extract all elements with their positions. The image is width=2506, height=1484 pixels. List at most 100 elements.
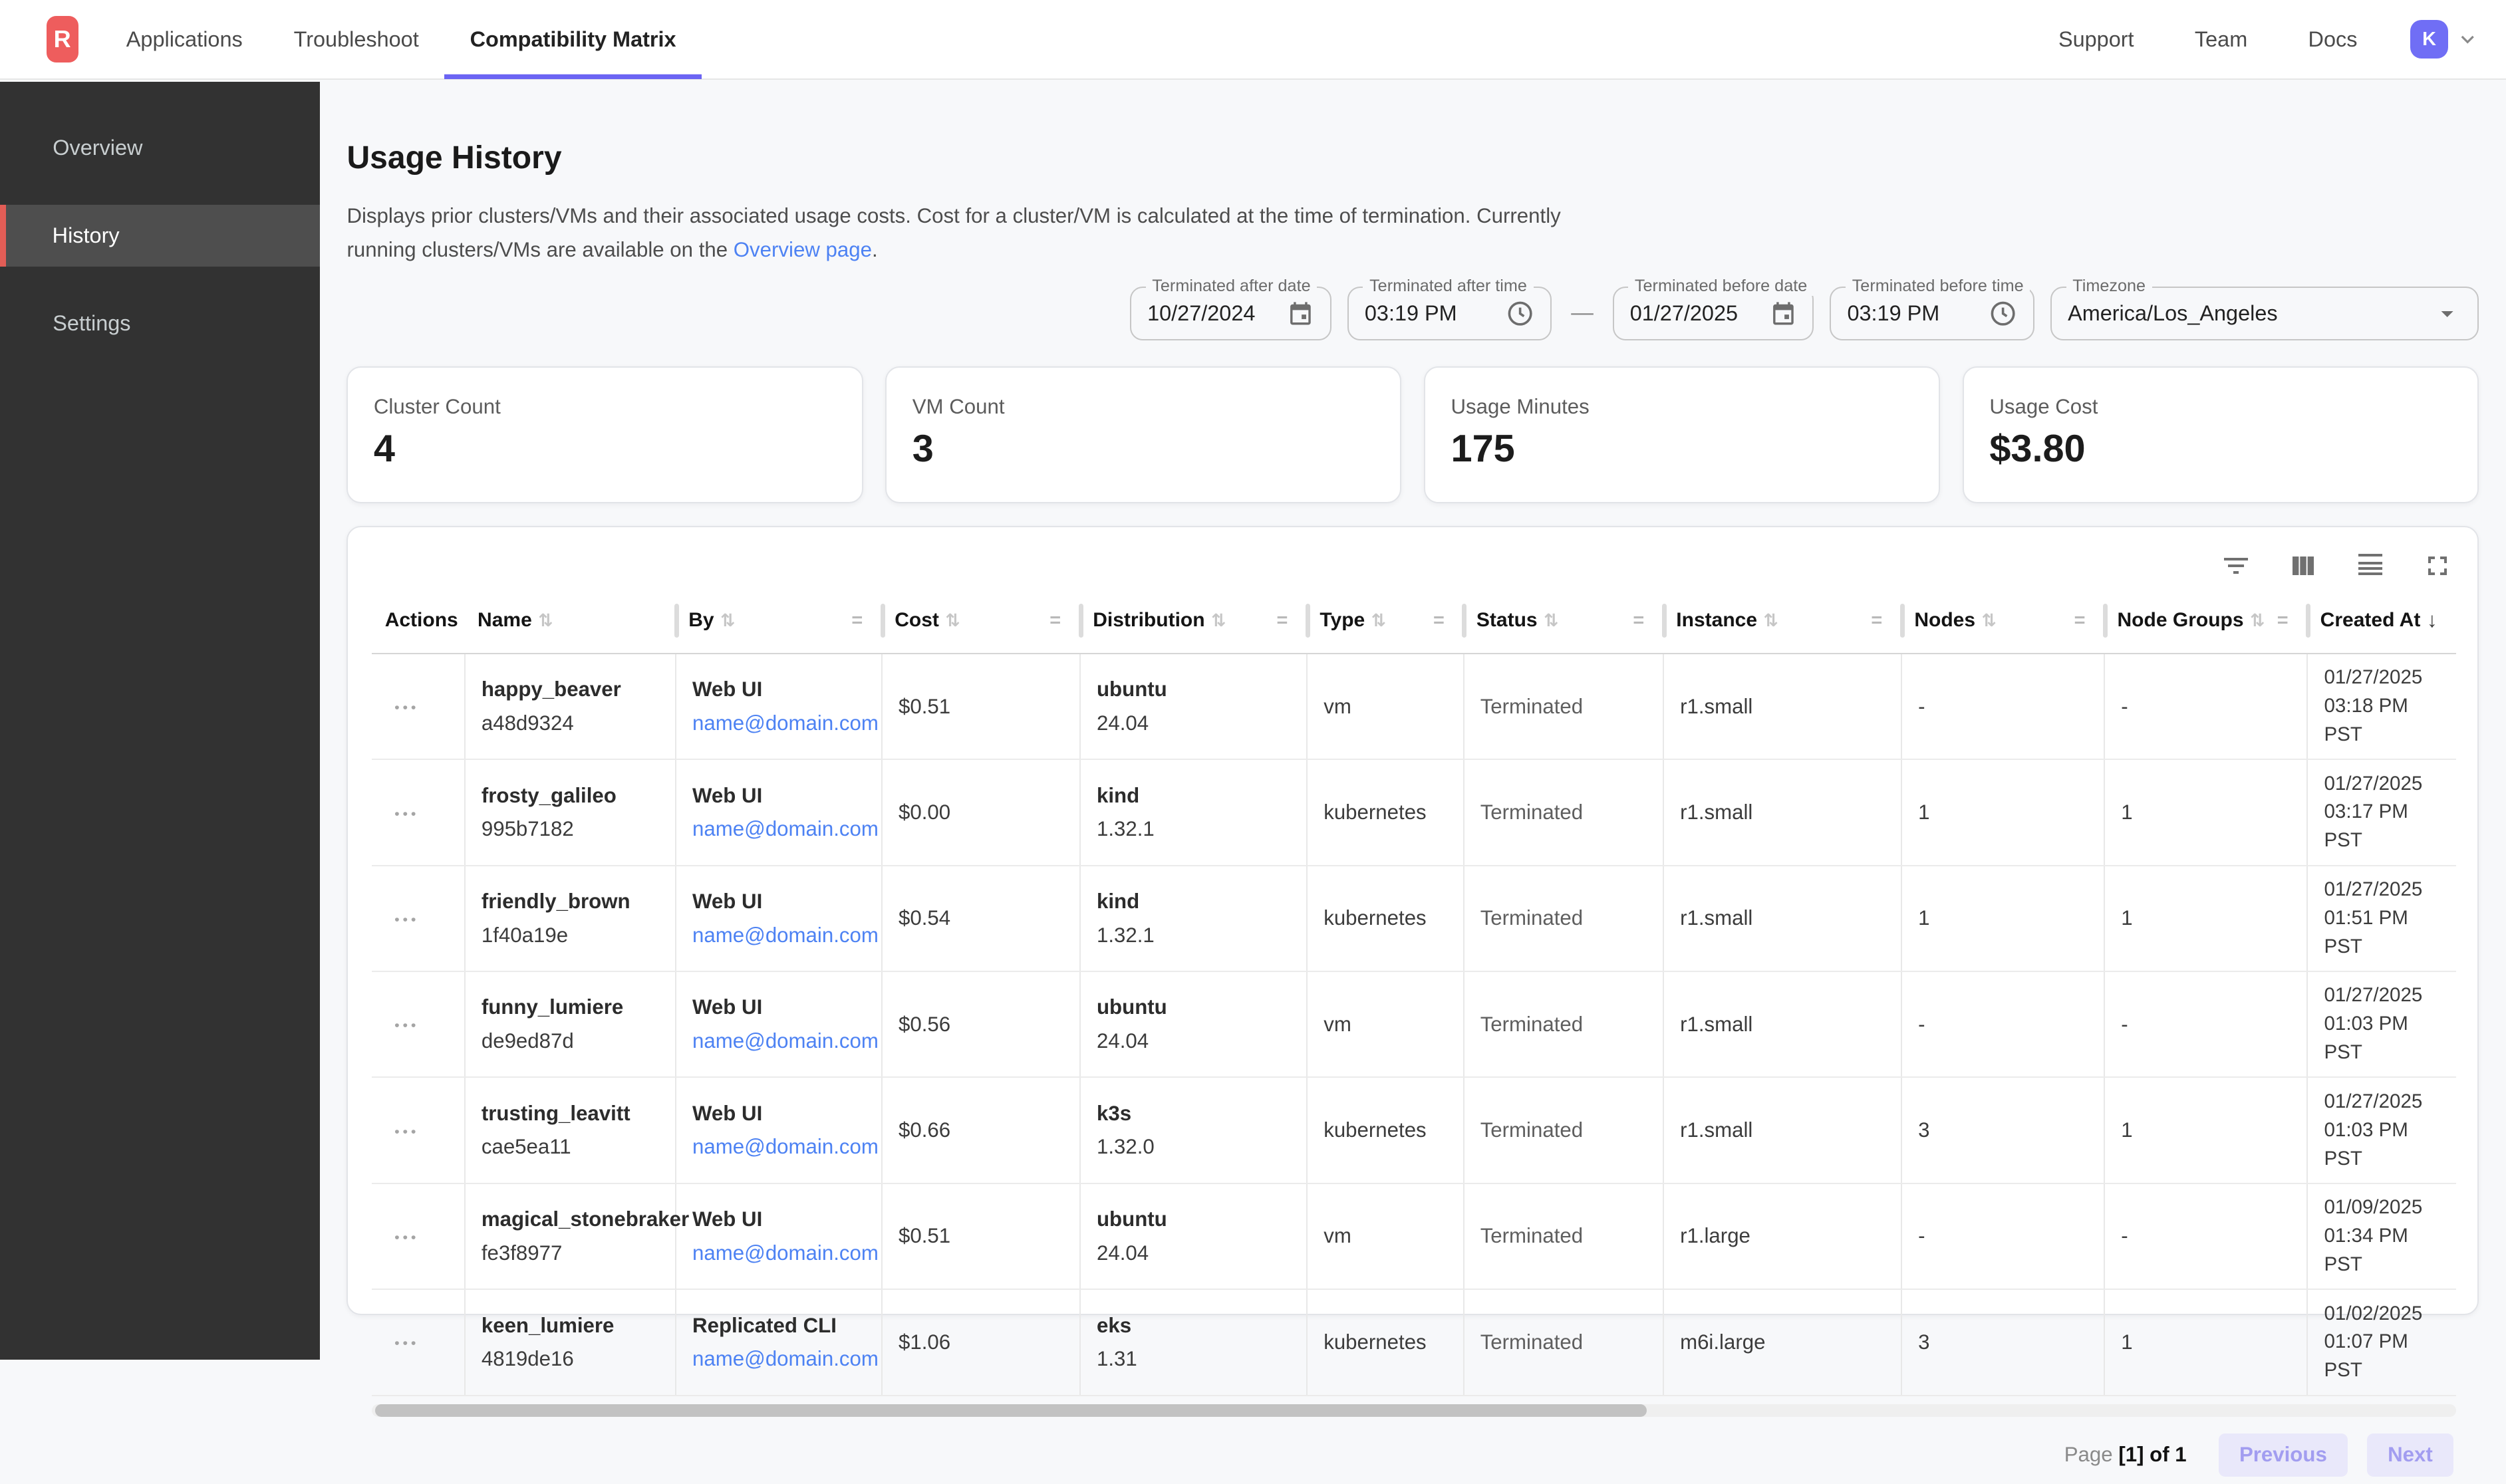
filters-row: Terminated after date 10/27/2024 Termina… <box>347 287 2479 341</box>
cell-instance: r1.small <box>1663 759 1901 865</box>
cell-instance: r1.small <box>1663 971 1901 1077</box>
nav-link-docs[interactable]: Docs <box>2278 27 2388 52</box>
field-label: Timezone <box>2066 277 2152 296</box>
horizontal-scrollbar-thumb[interactable] <box>375 1404 1646 1417</box>
timezone-select[interactable]: Timezone America/Los_Angeles <box>2050 287 2479 341</box>
email-link[interactable]: name@domain.com <box>692 924 879 947</box>
column-header-created-at[interactable]: Created At↓ <box>2307 588 2456 654</box>
previous-page-button[interactable]: Previous <box>2219 1433 2348 1477</box>
chevron-down-icon[interactable] <box>2455 27 2480 52</box>
avatar[interactable]: K <box>2410 20 2449 59</box>
clock-icon[interactable] <box>1989 299 2017 328</box>
sidebar-item-settings[interactable]: Settings <box>0 293 320 355</box>
row-actions-button[interactable]: ••• <box>388 802 425 826</box>
status-badge: Terminated <box>1480 1118 1583 1142</box>
email-link[interactable]: name@domain.com <box>692 711 879 735</box>
cell-instance: r1.small <box>1663 1077 1901 1183</box>
nav-right: Support Team Docs K <box>2028 20 2480 59</box>
sort-icon[interactable]: ⇅ <box>2250 610 2265 631</box>
sidebar-item-overview[interactable]: Overview <box>0 116 320 179</box>
cell-by: Web UIname@domain.com <box>676 759 882 865</box>
replicated-logo-icon[interactable]: R <box>47 16 78 62</box>
cell-created-at: 01/27/202501:03 PM PST <box>2307 1077 2456 1183</box>
sort-icon[interactable]: ⇅ <box>1764 610 1778 631</box>
cell-actions: ••• <box>372 866 464 971</box>
column-header-node-groups[interactable]: Node Groups⇅= <box>2104 588 2307 654</box>
tab-troubleshoot[interactable]: Troubleshoot <box>268 0 444 79</box>
row-actions-button[interactable]: ••• <box>388 1332 425 1356</box>
distribution-name: k3s <box>1097 1102 1290 1126</box>
column-header-name[interactable]: Name⇅ <box>465 588 676 654</box>
column-drag-handle-icon[interactable]: = <box>1049 610 1067 632</box>
column-header-status[interactable]: Status⇅= <box>1464 588 1663 654</box>
cell-by: Web UI name@domain.com <box>676 654 882 759</box>
tab-compatibility-matrix[interactable]: Compatibility Matrix <box>444 0 702 79</box>
row-actions-button[interactable]: ••• <box>388 1014 425 1038</box>
column-drag-handle-icon[interactable]: = <box>2277 610 2295 632</box>
row-actions-button[interactable]: ••• <box>388 1225 425 1249</box>
column-drag-handle-icon[interactable]: = <box>1277 610 1294 632</box>
sort-icon[interactable]: ⇅ <box>720 610 735 631</box>
sort-icon[interactable]: ⇅ <box>538 610 553 631</box>
cell-status: Terminated <box>1464 759 1663 865</box>
email-link[interactable]: name@domain.com <box>692 1135 879 1158</box>
sort-icon[interactable]: ⇅ <box>1544 610 1558 631</box>
cell-actions: ••• <box>372 1077 464 1183</box>
column-drag-handle-icon[interactable]: = <box>1433 610 1451 632</box>
overview-page-link[interactable]: Overview page <box>734 238 872 261</box>
calendar-icon[interactable] <box>1770 300 1797 327</box>
column-drag-handle-icon[interactable]: = <box>1633 610 1650 632</box>
clock-icon[interactable] <box>1506 299 1534 328</box>
terminated-before-time-field[interactable]: Terminated before time 03:19 PM <box>1830 287 2034 341</box>
sort-icon[interactable]: ⇅ <box>1982 610 1997 631</box>
fullscreen-icon[interactable] <box>2422 550 2453 582</box>
email-link[interactable]: name@domain.com <box>692 1029 879 1052</box>
filter-icon[interactable] <box>2220 550 2252 582</box>
sort-icon[interactable]: ⇅ <box>1211 610 1226 631</box>
column-header-cost[interactable]: Cost⇅= <box>882 588 1080 654</box>
next-page-button[interactable]: Next <box>2367 1433 2453 1477</box>
column-header-instance[interactable]: Instance⇅= <box>1663 588 1901 654</box>
terminated-after-time-field[interactable]: Terminated after time 03:19 PM <box>1347 287 1552 341</box>
cell-actions: ••• <box>372 654 464 759</box>
email-link[interactable]: name@domain.com <box>692 1241 879 1265</box>
field-value: 03:19 PM <box>1365 301 1457 326</box>
column-drag-handle-icon[interactable]: = <box>2074 610 2092 632</box>
column-drag-handle-icon[interactable]: = <box>1871 610 1888 632</box>
terminated-after-date-field[interactable]: Terminated after date 10/27/2024 <box>1130 287 1331 341</box>
nav-link-team[interactable]: Team <box>2164 27 2278 52</box>
sort-icon[interactable]: ⇅ <box>946 610 960 631</box>
cell-instance: m6i.large <box>1663 1289 1901 1395</box>
distribution-name: ubuntu <box>1097 1207 1290 1231</box>
row-actions-button[interactable]: ••• <box>388 695 425 719</box>
density-icon[interactable] <box>2354 550 2386 582</box>
column-header-nodes[interactable]: Nodes⇅= <box>1901 588 2104 654</box>
tab-applications[interactable]: Applications <box>100 0 268 79</box>
cell-distribution: ubuntu24.04 <box>1080 654 1307 759</box>
distribution-version: 24.04 <box>1097 1241 1290 1265</box>
field-value: America/Los_Angeles <box>2068 301 2278 326</box>
row-actions-button[interactable]: ••• <box>388 1120 425 1144</box>
created-by-source: Web UI <box>692 678 865 701</box>
sort-icon[interactable]: ⇅ <box>1371 610 1386 631</box>
stat-cluster-count: Cluster Count 4 <box>347 366 863 504</box>
top-nav: R Applications Troubleshoot Compatibilit… <box>0 0 2506 80</box>
dropdown-caret-icon[interactable] <box>2433 299 2461 328</box>
page-indicator: Page [1] of 1 <box>2064 1443 2187 1467</box>
sort-desc-icon[interactable]: ↓ <box>2427 608 2437 632</box>
sidebar-item-history[interactable]: History <box>0 205 320 267</box>
cell-node-groups: - <box>2104 1183 2307 1289</box>
row-actions-button[interactable]: ••• <box>388 908 425 931</box>
column-drag-handle-icon[interactable]: = <box>851 610 869 632</box>
columns-icon[interactable] <box>2287 550 2319 582</box>
column-header-distribution[interactable]: Distribution⇅= <box>1080 588 1307 654</box>
created-by-source: Web UI <box>692 1102 865 1126</box>
email-link[interactable]: name@domain.com <box>692 817 879 840</box>
cell-nodes: 3 <box>1901 1289 2104 1395</box>
column-header-by[interactable]: By⇅= <box>676 588 882 654</box>
terminated-before-date-field[interactable]: Terminated before date 01/27/2025 <box>1613 287 1814 341</box>
cell-name: keen_lumiere4819de16 <box>465 1289 676 1395</box>
column-header-type[interactable]: Type⇅= <box>1307 588 1463 654</box>
calendar-icon[interactable] <box>1287 300 1314 327</box>
nav-link-support[interactable]: Support <box>2028 27 2164 52</box>
